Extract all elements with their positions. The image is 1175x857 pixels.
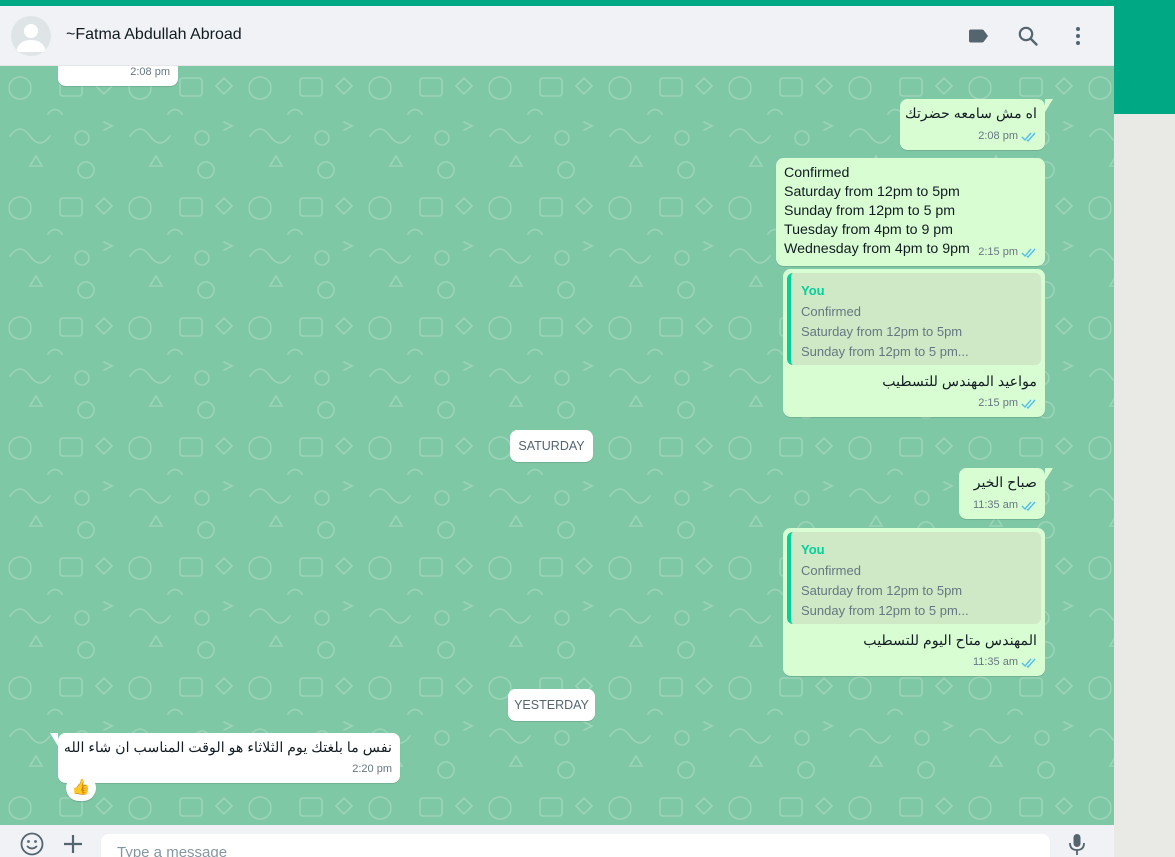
right-background-panel bbox=[1114, 114, 1175, 857]
message-line: Tuesday from 4pm to 9 pm bbox=[784, 222, 954, 238]
message-meta: 11:35 am bbox=[973, 653, 1037, 672]
read-receipt-icon bbox=[1021, 399, 1036, 409]
avatar[interactable] bbox=[11, 16, 51, 56]
chat-window: ~Fatma Abdullah Abroad 2:08 pm اه مش سام… bbox=[0, 6, 1114, 857]
message-time: 2:20 pm bbox=[352, 763, 392, 775]
message-outgoing-reply[interactable]: You Confirmed Saturday from 12pm to 5pm … bbox=[783, 269, 1045, 417]
message-meta: 2:08 pm bbox=[978, 127, 1037, 146]
message-line: Wednesday from 4pm to 9pm bbox=[784, 241, 970, 257]
message-text: مواعيد المهندس للتسطيب bbox=[882, 374, 1037, 390]
bubble-tail bbox=[1045, 99, 1053, 112]
quote-line: Confirmed bbox=[801, 304, 861, 319]
contact-name[interactable]: ~Fatma Abdullah Abroad bbox=[66, 26, 242, 44]
message-list[interactable]: 2:08 pm اه مش سامعه حضرتك 2:08 pm Confir… bbox=[0, 66, 1114, 825]
quote-line: Saturday from 12pm to 5pm bbox=[801, 324, 963, 339]
quote-line: Saturday from 12pm to 5pm bbox=[801, 583, 963, 598]
menu-icon[interactable] bbox=[1066, 24, 1090, 48]
message-time: 11:35 am bbox=[972, 656, 1018, 668]
bubble-tail bbox=[1045, 468, 1053, 481]
quote-line: Confirmed bbox=[801, 563, 861, 578]
quote-line: Sunday from 12pm to 5 pm... bbox=[801, 344, 969, 359]
quoted-message[interactable]: You Confirmed Saturday from 12pm to 5pm … bbox=[787, 532, 1041, 624]
date-divider-yesterday: YESTERDAY bbox=[508, 689, 595, 721]
message-outgoing-reply[interactable]: You Confirmed Saturday from 12pm to 5pm … bbox=[783, 528, 1045, 676]
chat-header: ~Fatma Abdullah Abroad bbox=[0, 6, 1114, 66]
message-input-box[interactable] bbox=[101, 834, 1050, 857]
bubble-tail bbox=[50, 733, 58, 746]
message-line: Confirmed bbox=[784, 165, 850, 181]
message-incoming[interactable]: 2:08 pm bbox=[58, 66, 178, 86]
message-text: المهندس متاح اليوم للتسطيب bbox=[863, 633, 1037, 649]
message-incoming[interactable]: نفس ما بلغتك يوم الثلاثاء هو الوقت المنا… bbox=[50, 733, 400, 783]
message-line: Sunday from 12pm to 5 pm bbox=[784, 203, 956, 219]
message-text: صباح الخير bbox=[973, 475, 1037, 491]
message-meta: 11:35 am bbox=[973, 496, 1037, 515]
message-outgoing[interactable]: Confirmed Saturday from 12pm to 5pm Sund… bbox=[776, 158, 1045, 266]
message-time: 2:08 pm bbox=[130, 66, 170, 78]
microphone-icon[interactable] bbox=[1064, 831, 1090, 857]
message-text: نفس ما بلغتك يوم الثلاثاء هو الوقت المنا… bbox=[63, 740, 392, 756]
read-receipt-icon bbox=[1021, 658, 1036, 668]
message-time: 2:08 pm bbox=[978, 130, 1018, 142]
quote-author: You bbox=[801, 283, 825, 298]
read-receipt-icon bbox=[1021, 248, 1036, 258]
message-text: اه مش سامعه حضرتك bbox=[905, 106, 1037, 122]
message-meta: 2:15 pm bbox=[978, 394, 1037, 413]
message-outgoing[interactable]: صباح الخير 11:35 am bbox=[959, 468, 1053, 519]
quoted-message[interactable]: You Confirmed Saturday from 12pm to 5pm … bbox=[787, 273, 1041, 365]
read-receipt-icon bbox=[1021, 132, 1036, 142]
message-line: Saturday from 12pm to 5pm bbox=[784, 184, 960, 200]
label-icon[interactable] bbox=[966, 24, 990, 48]
emoji-icon[interactable] bbox=[19, 831, 45, 857]
default-avatar-icon bbox=[16, 24, 46, 52]
read-receipt-icon bbox=[1021, 501, 1036, 511]
message-time: 11:35 am bbox=[972, 499, 1018, 511]
search-icon[interactable] bbox=[1016, 24, 1040, 48]
message-input[interactable] bbox=[117, 844, 1017, 857]
message-time: 2:15 pm bbox=[978, 246, 1018, 258]
message-time: 2:15 pm bbox=[978, 397, 1018, 409]
message-meta: 2:20 pm bbox=[352, 760, 392, 779]
right-brand-panel bbox=[1114, 0, 1175, 114]
quote-author: You bbox=[801, 542, 825, 557]
composer bbox=[0, 825, 1114, 857]
message-meta: 2:08 pm bbox=[130, 66, 170, 82]
message-outgoing[interactable]: اه مش سامعه حضرتك 2:08 pm bbox=[900, 99, 1053, 150]
date-divider-saturday: SATURDAY bbox=[510, 430, 593, 462]
attach-plus-icon[interactable] bbox=[60, 831, 86, 857]
quote-line: Sunday from 12pm to 5 pm... bbox=[801, 603, 969, 618]
thumbs-up-reaction-icon[interactable]: 👍 bbox=[66, 775, 96, 801]
message-meta: 2:15 pm bbox=[978, 243, 1037, 262]
